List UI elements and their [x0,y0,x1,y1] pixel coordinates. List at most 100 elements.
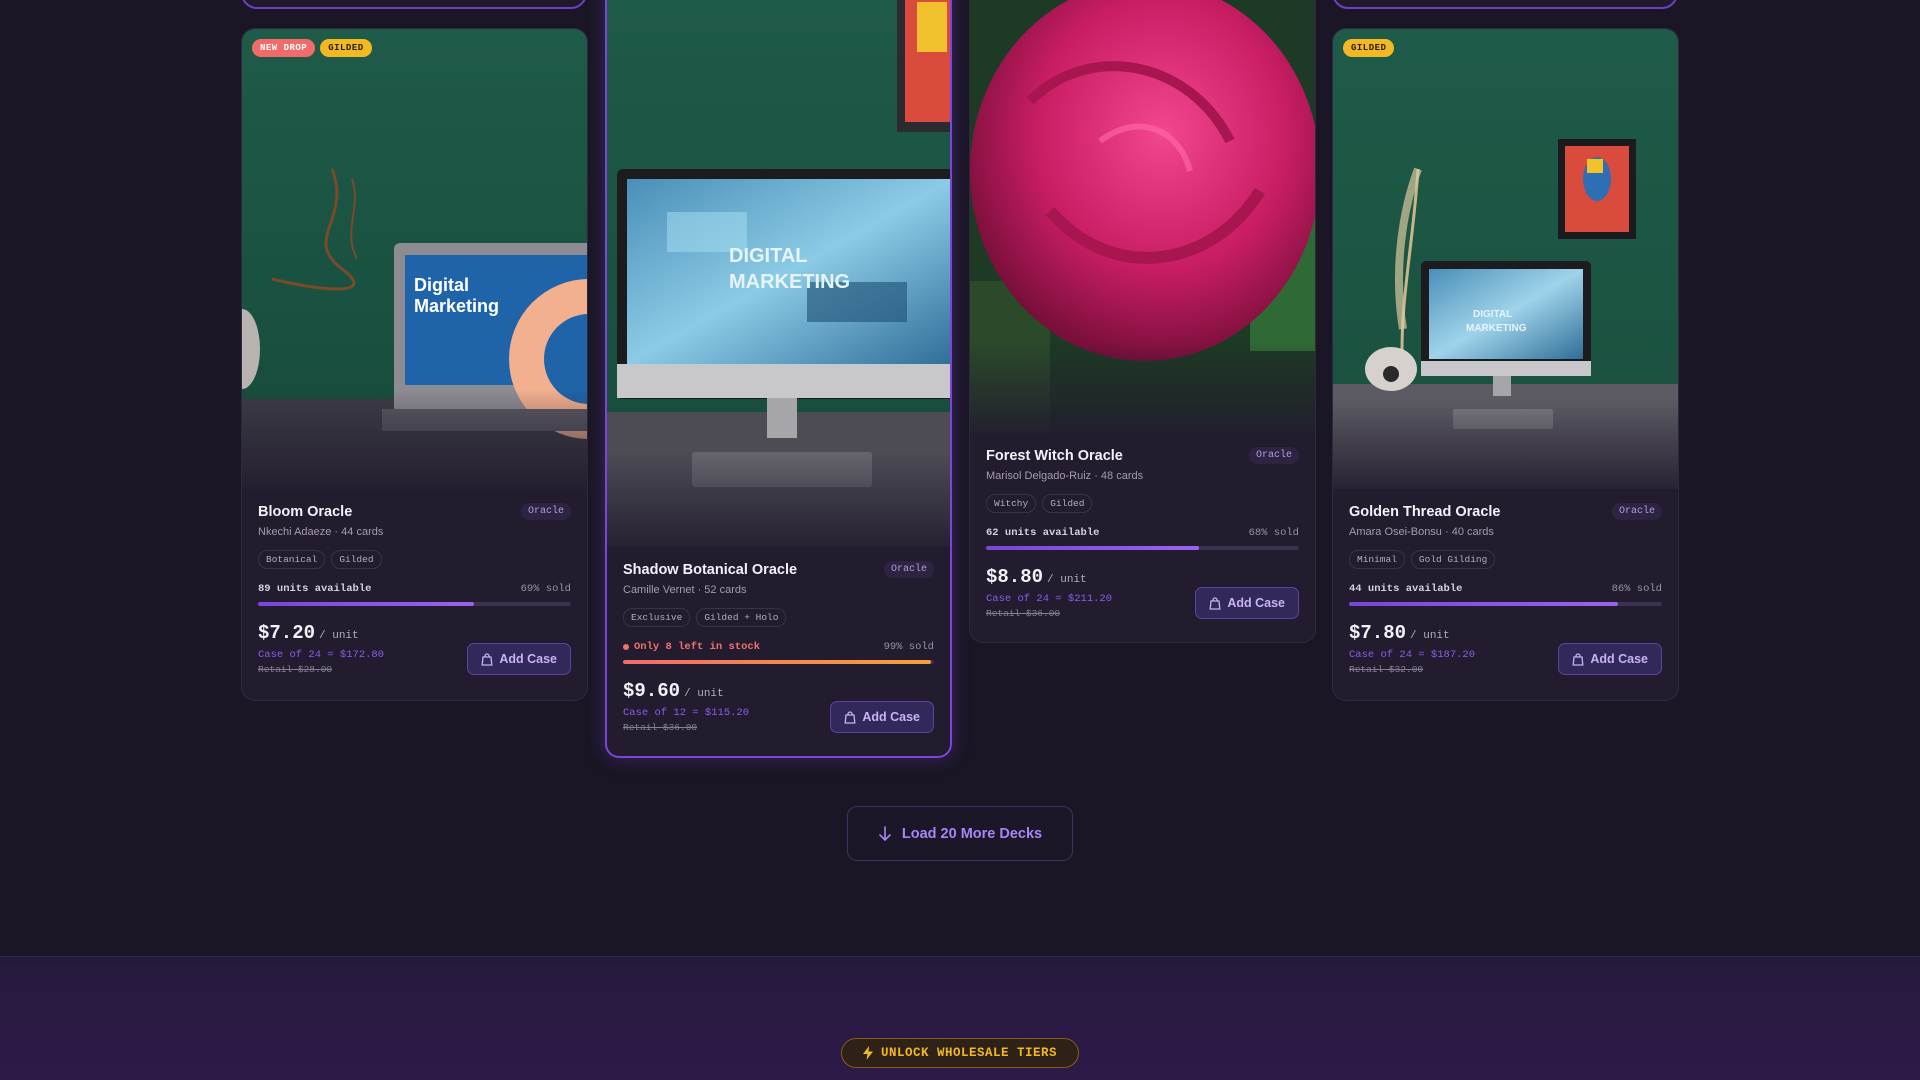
tag: Minimal [1349,550,1405,569]
bag-icon [1572,652,1584,666]
card-title[interactable]: Golden Thread Oracle [1349,504,1501,520]
tag: Exclusive [623,608,691,627]
stock-row: Only 8 left in stock 99% sold [623,641,934,653]
add-case-label: Add Case [1590,652,1648,666]
unit-label: / unit [319,630,359,642]
stock-label: 62 units available [986,527,1100,539]
tag: Gold Gilding [1410,550,1496,569]
add-case-label: Add Case [499,652,557,666]
card-title[interactable]: Forest Witch Oracle [986,448,1123,464]
load-more-button[interactable]: Load 20 More Decks [847,806,1073,861]
add-case-label: Add Case [1227,596,1285,610]
retail-price: Retail $36.00 [986,608,1061,619]
tag-list: Botanical Gilded [258,550,571,569]
stock-row: 89 units available 69% sold [258,583,571,595]
tag-list: Witchy Gilded [986,494,1299,513]
stock-row: 44 units available 86% sold [1349,583,1662,595]
previous-row-card [1332,0,1678,9]
unit-label: / unit [1410,630,1450,642]
add-case-button[interactable]: Add Case [1558,643,1662,675]
add-case-button[interactable]: Add Case [1195,587,1299,619]
type-pill: Oracle [1611,503,1662,520]
sold-progress-bar [1349,602,1662,606]
type-pill: Oracle [1248,447,1299,464]
type-pill: Oracle [883,561,934,578]
case-price: Case of 24 = $211.20 [986,593,1113,605]
sold-label: 99% sold [883,641,934,653]
unit-price: $8.80 [986,566,1044,588]
svg-text:DIGITAL: DIGITAL [729,245,808,267]
sold-label: 69% sold [520,583,571,595]
lightning-icon [862,1046,873,1060]
card-meta: Marisol Delgado-Ruiz · 48 cards [986,470,1144,482]
sold-label: 86% sold [1611,583,1662,595]
card-meta: Nkechi Adaeze · 44 cards [258,526,384,538]
svg-text:MARKETING: MARKETING [729,271,850,293]
bag-icon [1209,596,1221,610]
gilded-badge: GILDED [320,39,372,57]
card-body: Bloom Oracle Oracle Nkechi Adaeze · 44 c… [242,489,587,691]
unlock-wholesale-pill[interactable]: UNLOCK WHOLESALE TIERS [841,1038,1079,1068]
retail-price: Retail $36.00 [623,722,698,733]
svg-text:Digital: Digital [414,275,469,295]
tag-list: Exclusive Gilded + Holo [623,608,934,627]
alert-dot-icon [623,644,629,650]
tag-list: Minimal Gold Gilding [1349,550,1662,569]
product-image: DIGITAL MARKETING GILDED [1333,29,1678,489]
sold-progress-bar [623,660,934,664]
stock-label: Only 8 left in stock [634,641,761,653]
unlock-wholesale-label: UNLOCK WHOLESALE TIERS [880,1046,1058,1060]
retail-price: Retail $32.00 [1349,664,1424,675]
sold-progress-bar [986,546,1299,550]
add-case-button[interactable]: Add Case [467,643,571,675]
svg-text:DIGITAL: DIGITAL [1473,309,1512,320]
bag-icon [481,652,493,666]
svg-text:MARKETING: MARKETING [1466,323,1527,334]
product-card-forest-witch-oracle[interactable]: Forest Witch Oracle Oracle Marisol Delga… [969,0,1316,643]
sold-label: 68% sold [1248,527,1299,539]
unit-price: $9.60 [623,680,681,702]
sold-progress-fill [986,546,1199,550]
card-title[interactable]: Bloom Oracle [258,504,352,520]
unit-label: / unit [684,688,724,700]
new-drop-badge: NEW DROP [252,39,316,57]
product-image [970,0,1315,433]
product-card-golden-thread-oracle[interactable]: DIGITAL MARKETING GILDED Golden Thread O… [1332,28,1679,701]
unit-label: / unit [1047,574,1087,586]
sold-progress-fill [1349,602,1619,606]
previous-row-card [241,0,587,9]
case-price: Case of 12 = $115.20 [623,707,750,719]
unit-price: $7.80 [1349,622,1407,644]
page: Digital Marketing NEW DROP GILDED Bloom … [0,0,1920,1080]
stock-label: 89 units available [258,583,372,595]
tag: Gilded [1042,494,1093,513]
low-stock-warning: Only 8 left in stock [623,641,760,653]
load-more-label: Load 20 More Decks [901,825,1043,842]
tag: Witchy [986,494,1037,513]
card-meta: Amara Osei-Bonsu · 40 cards [1349,526,1494,538]
case-price: Case of 24 = $172.80 [258,649,385,661]
product-card-bloom-oracle[interactable]: Digital Marketing NEW DROP GILDED Bloom … [241,28,588,701]
sold-progress-fill [623,660,931,664]
type-pill: Oracle [520,503,571,520]
gilded-badge: GILDED [1343,39,1395,57]
tag: Botanical [258,550,326,569]
product-image: DIGITAL MARKETING [607,0,950,547]
case-price: Case of 24 = $187.20 [1349,649,1476,661]
unit-price: $7.20 [258,622,316,644]
bag-icon [844,710,856,724]
tag: Gilded [331,550,382,569]
badge-group: NEW DROP GILDED [252,39,372,57]
retail-price: Retail $28.00 [258,664,333,675]
add-case-button[interactable]: Add Case [830,701,934,733]
sold-progress-fill [258,602,474,606]
svg-text:Marketing: Marketing [414,296,499,316]
card-body: Forest Witch Oracle Oracle Marisol Delga… [970,433,1315,635]
product-card-shadow-botanical-oracle[interactable]: DIGITAL MARKETING Shadow Botanical Oracl… [605,0,952,758]
stock-row: 62 units available 68% sold [986,527,1299,539]
arrow-down-icon [879,825,891,841]
badge-group: GILDED [1343,39,1395,57]
card-title[interactable]: Shadow Botanical Oracle [623,562,797,578]
card-body: Shadow Botanical Oracle Oracle Camille V… [607,547,950,749]
add-case-label: Add Case [862,710,920,724]
